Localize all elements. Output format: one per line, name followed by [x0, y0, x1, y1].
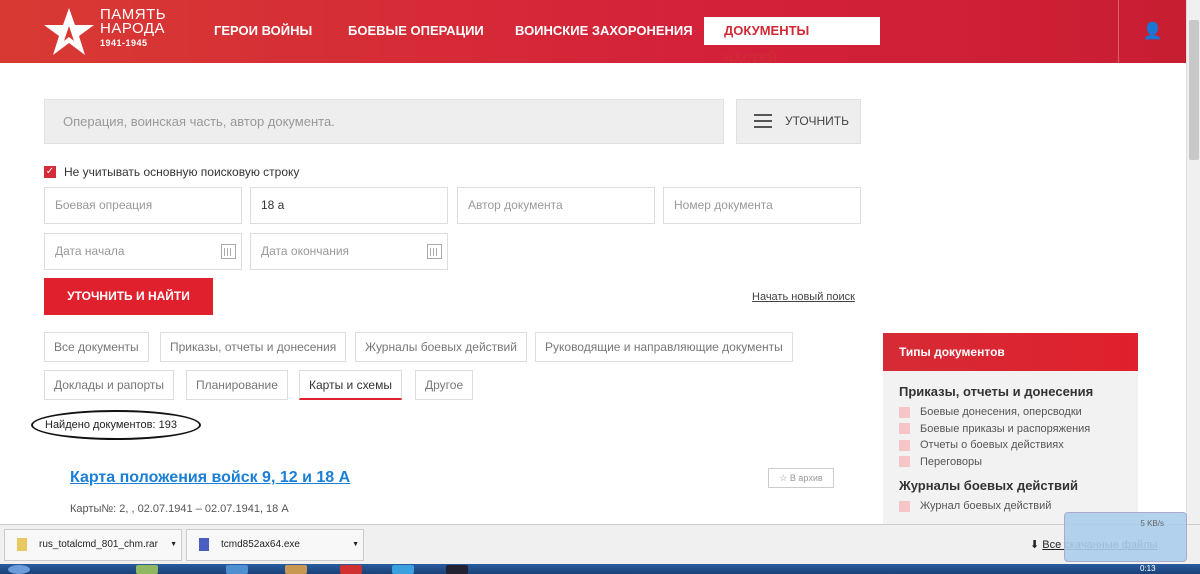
star-icon: ☆ [779, 473, 790, 483]
document-types-panel: Типы документов Приказы, отчеты и донесе… [883, 333, 1138, 533]
search-input[interactable]: Операция, воинская часть, автор документ… [44, 99, 724, 144]
site-header: ПАМЯТЬ НАРОДА 1941-1945 ГЕРОИ ВОЙНЫ БОЕВЫЕ… [0, 0, 1186, 66]
taskbar-app-icon[interactable] [392, 565, 414, 574]
unit-field[interactable]: 18 а [250, 187, 448, 224]
clock: 0:13 [1140, 564, 1156, 573]
tab-reports[interactable]: Доклады и рапорты [44, 370, 175, 400]
checkbox-label: Не учитывать основную поисковую строку [64, 165, 300, 179]
found-count: Найдено документов: 193 [31, 410, 201, 440]
checkbox-checked-icon: ✓ [44, 166, 56, 178]
type-item[interactable]: Переговоры [883, 454, 1138, 471]
star-logo-icon [44, 8, 94, 55]
date-start-field[interactable]: Дата начала [44, 233, 242, 270]
logo-line2: НАРОДА [100, 20, 166, 37]
site-logo[interactable]: ПАМЯТЬ НАРОДА 1941-1945 [44, 7, 166, 56]
date-end-field[interactable]: Дата окончания [250, 233, 448, 270]
type-label: Боевые приказы и распоряжения [920, 422, 1091, 435]
ignore-main-search-checkbox[interactable]: ✓ Не учитывать основную поисковую строку [44, 165, 299, 179]
dropdown-arrow-icon[interactable]: ▼ [170, 530, 177, 560]
user-icon[interactable]: 👤 [1118, 0, 1186, 63]
type-label: Переговоры [920, 455, 983, 468]
tab-orders[interactable]: Приказы, отчеты и донесения [160, 332, 347, 362]
date-end-placeholder: Дата окончания [261, 244, 350, 258]
panel-title: Типы документов [883, 333, 1138, 371]
archive-button[interactable]: ☆ В архив [768, 468, 834, 488]
tab-guidance[interactable]: Руководящие и направляющие документы [535, 332, 793, 362]
download-bar: rus_totalcmd_801_chm.rar ▼ tcmd852ax64.ex… [0, 524, 1200, 564]
download-icon: ⬇ [1030, 539, 1043, 551]
author-field[interactable]: Автор документа [457, 187, 655, 224]
tab-other[interactable]: Другое [415, 370, 474, 400]
exe-file-icon [199, 538, 209, 551]
sliders-icon [754, 114, 772, 128]
new-search-link[interactable]: Начать новый поиск [752, 291, 855, 303]
type-item[interactable]: Отчеты о боевых действиях [883, 437, 1138, 454]
taskbar-app-icon[interactable] [340, 565, 362, 574]
date-start-placeholder: Дата начала [55, 244, 125, 258]
tab-maps[interactable]: Карты и схемы [299, 370, 402, 400]
archive-file-icon [17, 538, 27, 551]
checkbox-icon[interactable] [899, 500, 910, 512]
nav-unit-documents[interactable]: ДОКУМЕНТЫ ЧАСТЕЙ [704, 17, 880, 66]
result-meta: Карты№: 2, , 02.07.1941 – 02.07.1941, 18… [70, 503, 289, 515]
tab-all[interactable]: Все документы [44, 332, 149, 362]
checkbox-icon[interactable] [899, 406, 910, 418]
archive-label: В архив [789, 473, 823, 483]
result-title-link[interactable]: Карта положения войск 9, 12 и 18 А [70, 469, 350, 487]
operation-field[interactable]: Боевая опреация [44, 187, 242, 224]
type-label: Отчеты о боевых действиях [920, 439, 1064, 452]
taskbar-app-icon[interactable] [226, 565, 248, 574]
checkbox-icon[interactable] [899, 439, 910, 451]
taskbar-app-icon[interactable] [446, 565, 468, 574]
start-button-icon[interactable] [8, 565, 30, 574]
nav-heroes[interactable]: ГЕРОИ ВОЙНЫ [194, 17, 332, 45]
page-scrollbar[interactable] [1186, 0, 1200, 530]
tab-journals[interactable]: Журналы боевых действий [355, 332, 527, 362]
taskbar-app-icon[interactable] [136, 565, 158, 574]
type-label: Журнал боевых действий [920, 500, 1052, 513]
tab-planning[interactable]: Планирование [186, 370, 288, 400]
refine-button[interactable]: УТОЧНИТЬ [736, 99, 861, 144]
type-label: Боевые донесения, оперсводки [920, 406, 1082, 419]
number-field[interactable]: Номер документа [663, 187, 861, 224]
group-title: Журналы боевых действий [899, 478, 1078, 493]
checkbox-icon[interactable] [899, 423, 910, 435]
type-item[interactable]: Боевые приказы и распоряжения [883, 421, 1138, 438]
refine-and-search-button[interactable]: УТОЧНИТЬ И НАЙТИ [44, 278, 213, 315]
checkbox-icon[interactable] [899, 456, 910, 468]
download-name: rus_totalcmd_801_chm.rar [39, 539, 158, 550]
logo-years: 1941-1945 [100, 38, 148, 48]
nav-operations[interactable]: БОЕВЫЕ ОПЕРАЦИИ [328, 17, 504, 45]
nav-burials[interactable]: ВОИНСКИЕ ЗАХОРОНЕНИЯ [495, 17, 713, 45]
group-title: Приказы, отчеты и донесения [899, 384, 1094, 399]
download-name: tcmd852ax64.exe [221, 539, 300, 550]
refine-label: УТОЧНИТЬ [785, 114, 849, 128]
type-item[interactable]: Боевые донесения, оперсводки [883, 404, 1138, 421]
download-item[interactable]: tcmd852ax64.exe ▼ [186, 529, 364, 561]
dropdown-arrow-icon[interactable]: ▼ [352, 530, 359, 560]
taskbar-app-icon[interactable] [285, 565, 307, 574]
taskbar: 0:13 [0, 564, 1200, 574]
download-item[interactable]: rus_totalcmd_801_chm.rar ▼ [4, 529, 182, 561]
download-speed-widget: 5 KB/s [1064, 512, 1187, 562]
calendar-icon[interactable] [221, 244, 236, 259]
calendar-icon[interactable] [427, 244, 442, 259]
